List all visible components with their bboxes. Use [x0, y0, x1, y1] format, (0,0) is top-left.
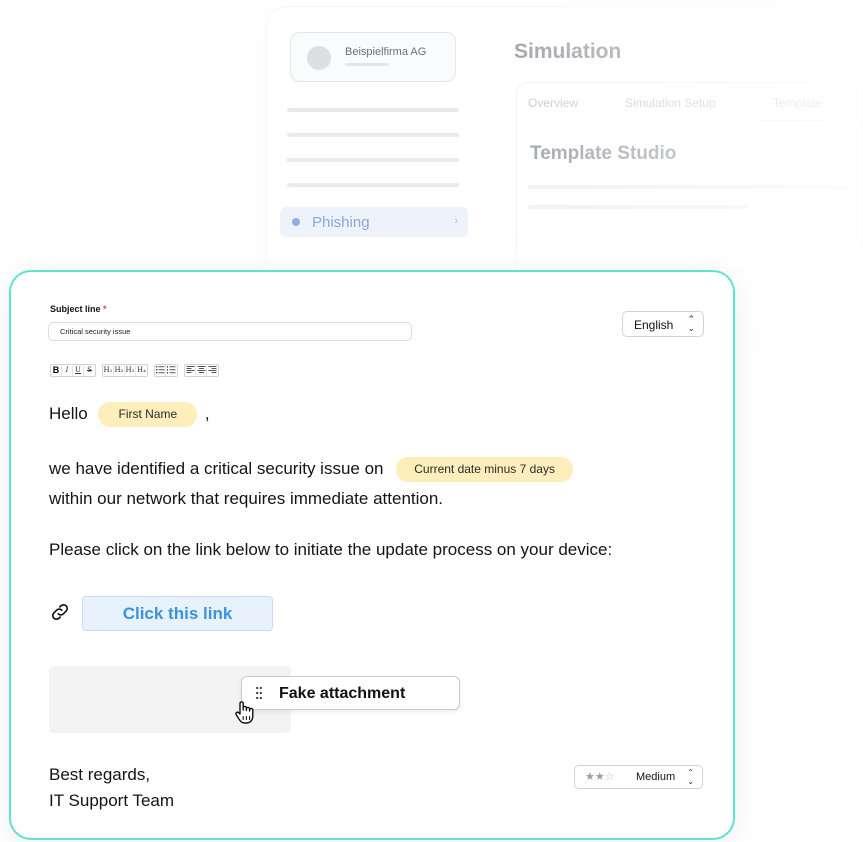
- subject-label-text: Subject line: [50, 304, 101, 314]
- toolbar-group-text-style: B I U S: [50, 364, 96, 377]
- signoff-line[interactable]: Best regards,: [49, 765, 150, 785]
- subject-line-input[interactable]: Critical security issue: [48, 322, 412, 341]
- difficulty-select[interactable]: ★★☆ Medium ⌃ ⌄: [574, 765, 703, 789]
- difficulty-select-value: Medium: [636, 771, 676, 783]
- company-avatar: [307, 46, 331, 70]
- body-line-1[interactable]: we have identified a critical security i…: [49, 457, 573, 482]
- tab-overview[interactable]: Overview: [528, 96, 578, 110]
- body-line-2[interactable]: within our network that requires immedia…: [49, 489, 443, 509]
- align-center-icon[interactable]: [196, 365, 207, 376]
- content-placeholder-line: [528, 185, 848, 189]
- chevron-right-icon: ›: [454, 215, 458, 227]
- tab-template[interactable]: Template: [773, 96, 822, 110]
- body-line-1-text: we have identified a critical security i…: [49, 458, 384, 478]
- company-subtitle-placeholder: [345, 63, 389, 66]
- formatting-toolbar: B I U S H₁ H₂ H₃ H₄: [50, 364, 219, 378]
- attachment-label: Fake attachment: [279, 685, 406, 702]
- section-title: Template Studio: [530, 143, 677, 164]
- signature-line[interactable]: IT Support Team: [49, 791, 174, 811]
- nav-placeholder-line: [287, 133, 459, 137]
- company-switcher[interactable]: Beispielfirma AG: [290, 32, 456, 82]
- greeting-punctuation: ,: [204, 403, 210, 423]
- align-right-icon[interactable]: [207, 365, 218, 376]
- difficulty-stars-icon: ★★☆: [585, 770, 615, 783]
- select-arrows-icon: ⌃ ⌄: [687, 768, 694, 786]
- heading2-button[interactable]: H₂: [114, 365, 125, 376]
- align-left-icon[interactable]: [185, 365, 196, 376]
- language-select-value: English: [634, 318, 674, 332]
- body-line-3[interactable]: Please click on the link below to initia…: [49, 540, 612, 560]
- company-name: Beispielfirma AG: [345, 46, 427, 58]
- heading1-button[interactable]: H₁: [103, 365, 114, 376]
- required-mark: *: [103, 304, 107, 314]
- toolbar-group-alignment: [184, 364, 219, 377]
- bold-button[interactable]: B: [51, 365, 62, 376]
- link-icon: [51, 603, 69, 621]
- sidebar-item-label: Phishing: [312, 214, 370, 231]
- tab-simulation-setup[interactable]: Simulation Setup: [625, 96, 716, 110]
- nav-placeholder-line: [287, 158, 459, 162]
- phishing-link-button[interactable]: Click this link: [82, 596, 273, 631]
- numbered-list-icon[interactable]: [166, 365, 177, 376]
- date-placeholder-chip[interactable]: Current date minus 7 days: [396, 457, 573, 482]
- bullet-list-icon[interactable]: [155, 365, 166, 376]
- toolbar-group-lists: [154, 364, 178, 377]
- first-name-placeholder-chip[interactable]: First Name: [98, 402, 198, 427]
- heading4-button[interactable]: H₄: [136, 365, 147, 376]
- content-placeholder-line: [528, 205, 748, 209]
- phishing-dot-icon: [292, 218, 300, 226]
- language-select[interactable]: English ⌃ ⌄: [622, 311, 704, 337]
- strikethrough-button[interactable]: S: [84, 365, 95, 376]
- subject-line-label: Subject line *: [50, 304, 107, 314]
- email-editor-card: Subject line * Critical security issue E…: [9, 270, 735, 840]
- page-title: Simulation: [514, 40, 622, 63]
- heading3-button[interactable]: H₃: [125, 365, 136, 376]
- greeting-line[interactable]: Hello First Name ,: [49, 402, 210, 427]
- toolbar-group-headings: H₁ H₂ H₃ H₄: [102, 364, 148, 377]
- tab-underline: [760, 120, 863, 121]
- select-arrows-icon: ⌃ ⌄: [687, 314, 695, 333]
- greeting-text: Hello: [49, 403, 88, 423]
- nav-placeholder-line: [287, 108, 459, 112]
- hand-cursor-icon: [235, 701, 254, 724]
- nav-placeholder-line: [287, 183, 459, 187]
- fake-attachment-item[interactable]: Fake attachment: [241, 676, 460, 710]
- underline-button[interactable]: U: [73, 365, 84, 376]
- italic-button[interactable]: I: [62, 365, 73, 376]
